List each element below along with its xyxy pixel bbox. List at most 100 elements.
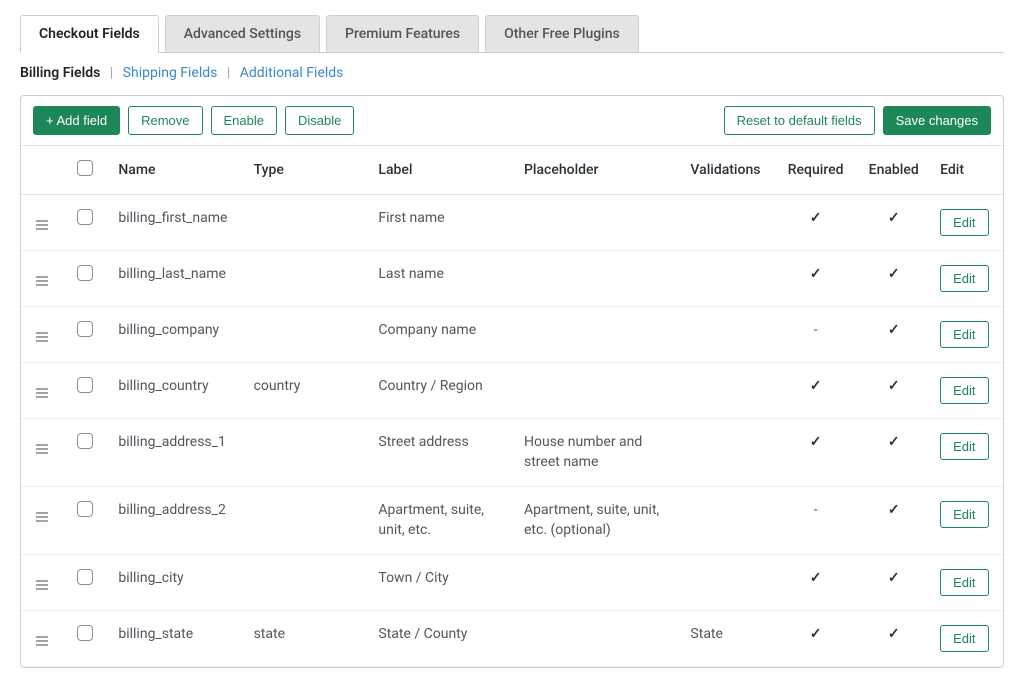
fields-panel: + Add field Remove Enable Disable Reset … — [20, 95, 1004, 668]
edit-button[interactable]: Edit — [940, 209, 988, 236]
col-header-validations: Validations — [680, 146, 774, 195]
enable-button[interactable]: Enable — [211, 106, 277, 135]
field-placeholder — [514, 363, 680, 419]
check-icon — [810, 266, 822, 282]
remove-button[interactable]: Remove — [128, 106, 202, 135]
tab-other-free-plugins[interactable]: Other Free Plugins — [485, 15, 639, 52]
drag-handle-icon[interactable] — [36, 276, 48, 286]
field-validations: State — [680, 611, 774, 667]
reset-button[interactable]: Reset to default fields — [724, 106, 875, 135]
select-all-checkbox[interactable] — [77, 160, 93, 176]
field-name: billing_last_name — [108, 251, 243, 307]
tab-premium-features[interactable]: Premium Features — [326, 15, 479, 52]
check-icon — [810, 434, 822, 450]
subtab-shipping-fields[interactable]: Shipping Fields — [123, 65, 218, 81]
row-checkbox[interactable] — [77, 321, 93, 337]
table-row: billing_first_name First name Edit — [21, 195, 1003, 251]
field-label: Street address — [368, 419, 514, 487]
field-type — [244, 307, 369, 363]
check-icon — [810, 378, 822, 394]
separator: | — [221, 65, 236, 81]
col-header-enabled: Enabled — [857, 146, 930, 195]
field-name: billing_address_2 — [108, 487, 243, 555]
field-label: Town / City — [368, 555, 514, 611]
field-label: Last name — [368, 251, 514, 307]
check-icon — [888, 322, 900, 338]
check-icon — [810, 626, 822, 642]
save-button[interactable]: Save changes — [883, 106, 991, 135]
check-icon — [888, 502, 900, 518]
field-label: First name — [368, 195, 514, 251]
edit-button[interactable]: Edit — [940, 377, 988, 404]
drag-handle-icon[interactable] — [36, 512, 48, 522]
col-header-required: Required — [774, 146, 857, 195]
field-validations — [680, 487, 774, 555]
field-type: country — [244, 363, 369, 419]
sub-tabs: Billing Fields | Shipping Fields | Addit… — [20, 53, 1004, 95]
field-type: state — [244, 611, 369, 667]
main-tabs: Checkout Fields Advanced Settings Premiu… — [20, 15, 1004, 53]
row-checkbox[interactable] — [77, 501, 93, 517]
field-name: billing_state — [108, 611, 243, 667]
col-header-edit: Edit — [930, 146, 1003, 195]
row-checkbox[interactable] — [77, 265, 93, 281]
field-name: billing_country — [108, 363, 243, 419]
drag-handle-icon[interactable] — [36, 636, 48, 646]
field-label: State / County — [368, 611, 514, 667]
field-validations — [680, 195, 774, 251]
field-type — [244, 251, 369, 307]
field-label: Company name — [368, 307, 514, 363]
col-header-label: Label — [368, 146, 514, 195]
field-validations — [680, 251, 774, 307]
field-placeholder — [514, 251, 680, 307]
separator: | — [104, 65, 119, 81]
edit-button[interactable]: Edit — [940, 569, 988, 596]
row-checkbox[interactable] — [77, 433, 93, 449]
check-icon — [888, 378, 900, 394]
tab-checkout-fields[interactable]: Checkout Fields — [20, 15, 159, 53]
drag-handle-icon[interactable] — [36, 332, 48, 342]
drag-handle-icon[interactable] — [36, 388, 48, 398]
drag-handle-icon[interactable] — [36, 444, 48, 454]
edit-button[interactable]: Edit — [940, 501, 988, 528]
dash-icon — [814, 322, 818, 338]
field-name: billing_city — [108, 555, 243, 611]
field-type — [244, 487, 369, 555]
tab-advanced-settings[interactable]: Advanced Settings — [165, 15, 320, 52]
col-header-type: Type — [244, 146, 369, 195]
field-placeholder — [514, 195, 680, 251]
field-validations — [680, 419, 774, 487]
add-field-button[interactable]: + Add field — [33, 106, 120, 135]
table-row: billing_countrycountryCountry / Region Ed… — [21, 363, 1003, 419]
field-placeholder: House number and street name — [514, 419, 680, 487]
toolbar: + Add field Remove Enable Disable Reset … — [21, 96, 1003, 146]
field-placeholder — [514, 611, 680, 667]
field-placeholder: Apartment, suite, unit, etc. (optional) — [514, 487, 680, 555]
row-checkbox[interactable] — [77, 209, 93, 225]
subtab-billing-fields[interactable]: Billing Fields — [20, 65, 100, 81]
edit-button[interactable]: Edit — [940, 625, 988, 652]
check-icon — [810, 210, 822, 226]
disable-button[interactable]: Disable — [285, 106, 354, 135]
table-row: billing_companyCompany nameEdit — [21, 307, 1003, 363]
check-icon — [888, 266, 900, 282]
field-name: billing_first_name — [108, 195, 243, 251]
field-name: billing_address_1 — [108, 419, 243, 487]
subtab-additional-fields[interactable]: Additional Fields — [240, 65, 344, 81]
drag-handle-icon[interactable] — [36, 580, 48, 590]
field-placeholder — [514, 555, 680, 611]
field-label: Country / Region — [368, 363, 514, 419]
table-row: billing_city Town / City Edit — [21, 555, 1003, 611]
row-checkbox[interactable] — [77, 377, 93, 393]
field-type — [244, 195, 369, 251]
edit-button[interactable]: Edit — [940, 265, 988, 292]
edit-button[interactable]: Edit — [940, 433, 988, 460]
fields-table: Name Type Label Placeholder Validations … — [21, 146, 1003, 667]
table-row: billing_last_name Last name Edit — [21, 251, 1003, 307]
drag-handle-icon[interactable] — [36, 220, 48, 230]
edit-button[interactable]: Edit — [940, 321, 988, 348]
row-checkbox[interactable] — [77, 569, 93, 585]
col-header-placeholder: Placeholder — [514, 146, 680, 195]
row-checkbox[interactable] — [77, 625, 93, 641]
field-validations — [680, 555, 774, 611]
